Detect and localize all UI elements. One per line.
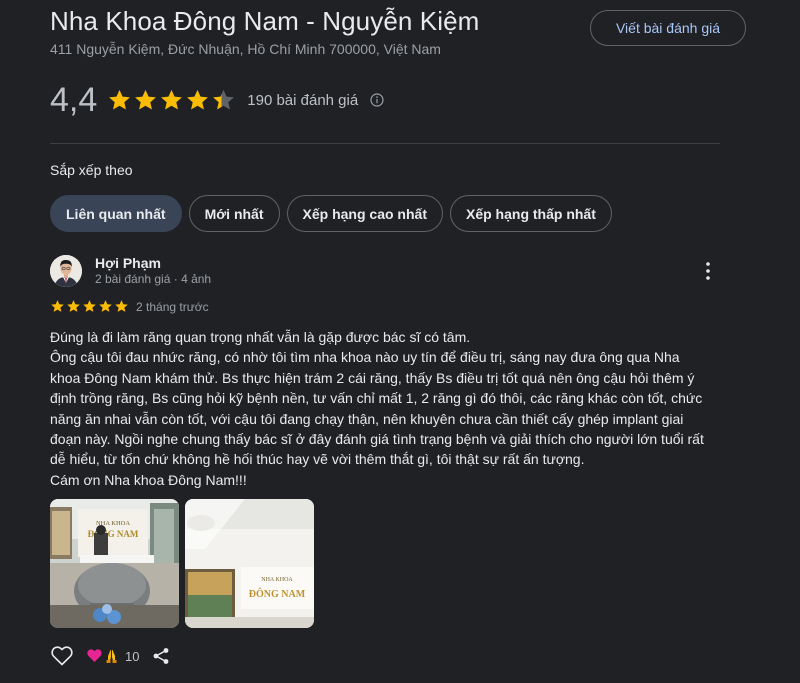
rating-value: 4,4 — [50, 80, 98, 119]
info-icon[interactable] — [370, 93, 384, 107]
sort-chip-highest[interactable]: Xếp hạng cao nhất — [286, 195, 443, 232]
sort-chip-newest[interactable]: Mới nhất — [188, 195, 280, 232]
review-text-line: dễ hiểu, từ tốn chứ không hề hối thúc ha… — [50, 451, 585, 468]
star-icon — [115, 300, 128, 312]
svg-text:NHA KHOA: NHA KHOA — [261, 577, 293, 583]
star-icon — [83, 300, 96, 312]
divider — [50, 143, 720, 144]
review-text-line: Cám ơn Nha khoa Đông Nam!!! — [50, 471, 247, 488]
review-text-line: Ông cậu tôi đau nhức răng, có nhờ tôi tì… — [50, 349, 680, 366]
star-icon — [51, 300, 64, 312]
star-icon — [213, 89, 235, 109]
reactions[interactable]: 10 — [87, 648, 139, 664]
avatar[interactable] — [50, 255, 82, 287]
rating-stars — [107, 88, 236, 113]
review-text: Đúng là đi làm răng quan trọng nhất vẫn … — [50, 327, 730, 490]
review-stars — [50, 299, 129, 314]
review-author-meta: 2 bài đánh giá · 4 ảnh — [95, 272, 212, 286]
review-text-line: khoa Đông Nam khám thử. Bs thực hiện trá… — [50, 369, 695, 386]
share-icon[interactable] — [151, 646, 171, 666]
review-photo[interactable]: NHA KHOA ĐÔNG NAM — [50, 499, 179, 628]
review-rating: 2 tháng trước — [50, 299, 209, 314]
review-count: 190 bài đánh giá — [247, 91, 359, 109]
svg-text:ĐÔNG NAM: ĐÔNG NAM — [249, 587, 306, 600]
sort-chips: Liên quan nhất Mới nhất Xếp hạng cao nhấ… — [50, 195, 612, 232]
star-icon — [161, 89, 183, 109]
review-time: 2 tháng trước — [136, 299, 209, 314]
review-text-line: năng ăn nhai vẫn còn tốt, với cậu tôi đa… — [50, 410, 684, 427]
star-icon — [99, 300, 112, 312]
rating-summary: 4,4 190 bài đánh giá — [50, 80, 384, 120]
praying-hands-icon — [106, 650, 117, 663]
review-text-line: định trồng răng, Bs cũng hỏi kỹ bệnh nền… — [50, 390, 703, 407]
sort-label: Sắp xếp theo — [50, 162, 133, 178]
review-author[interactable]: Hợi Phạm — [95, 255, 161, 271]
heart-icon — [87, 649, 117, 663]
sort-chip-relevant[interactable]: Liên quan nhất — [50, 195, 182, 232]
star-icon — [135, 89, 157, 109]
review-text-line: đoạn này. Ngồi nghe chung thấy bác sĩ ở … — [50, 431, 704, 448]
review-text-line: Đúng là đi làm răng quan trọng nhất vẫn … — [50, 329, 471, 345]
review-photo[interactable]: NHA KHOA ĐÔNG NAM — [185, 499, 314, 628]
place-address: 411 Nguyễn Kiệm, Đức Nhuận, Hồ Chí Minh … — [50, 41, 441, 57]
write-review-button[interactable]: Viết bài đánh giá — [590, 10, 746, 46]
sort-chip-lowest[interactable]: Xếp hạng thấp nhất — [449, 195, 612, 232]
more-options-icon[interactable] — [698, 260, 718, 282]
reaction-count: 10 — [125, 648, 140, 664]
place-title: Nha Khoa Đông Nam - Nguyễn Kiệm — [50, 6, 480, 36]
star-icon — [187, 89, 209, 109]
review-actions: 10 — [50, 644, 171, 668]
like-icon[interactable] — [50, 644, 74, 668]
star-icon — [67, 300, 80, 312]
star-icon — [109, 89, 131, 109]
